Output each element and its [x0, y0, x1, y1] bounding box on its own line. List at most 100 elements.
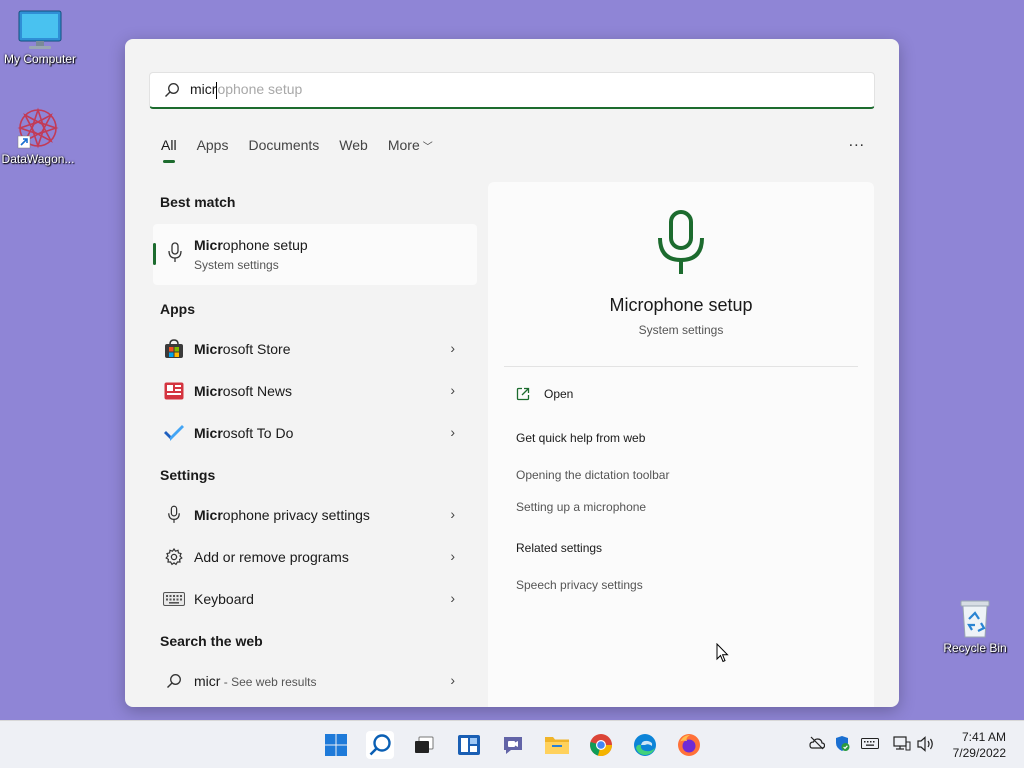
chevron-right-icon[interactable]: › [450, 340, 455, 356]
list-item-label: micr - See web results [194, 673, 316, 689]
match-rest: osoft To Do [222, 425, 294, 441]
mouse-cursor-icon [716, 643, 729, 663]
desktop-icon-label: My Computer [3, 52, 77, 66]
search-query: microphone setup [190, 81, 302, 99]
taskbar: 7:41 AM 7/29/2022 [0, 720, 1024, 768]
chevron-right-icon[interactable]: › [450, 672, 455, 688]
match-rest: Keyboard [194, 591, 254, 607]
desktop-icon-my-computer[interactable]: My Computer [0, 10, 80, 66]
tab-more[interactable]: More ﹀ [388, 137, 433, 163]
match-rest: Add or remove programs [194, 549, 349, 565]
taskbar-search-button[interactable] [366, 731, 394, 759]
open-external-icon [516, 387, 530, 401]
list-item-microsoft-store[interactable]: Microsoft Store › [153, 331, 473, 367]
tab-label: Apps [196, 137, 229, 153]
chat-button[interactable] [499, 731, 527, 759]
chrome-icon [590, 734, 612, 757]
list-item-label: Microsoft News [194, 383, 292, 399]
list-item-web-search[interactable]: micr - See web results › [153, 663, 473, 699]
list-item-microsoft-todo[interactable]: Microsoft To Do › [153, 415, 473, 451]
result-preview-pane: Microphone setup System settings Open Ge… [488, 182, 874, 707]
tab-all[interactable]: All [161, 137, 177, 163]
tab-label: All [161, 137, 177, 153]
microsoft-news-icon [163, 380, 185, 402]
open-label: Open [544, 387, 574, 401]
microphone-icon [658, 210, 704, 274]
onedrive-offline-icon[interactable] [809, 736, 825, 750]
list-item-keyboard[interactable]: Keyboard › [153, 581, 473, 617]
chevron-right-icon[interactable]: › [450, 424, 455, 440]
list-item-microphone-privacy[interactable]: Microphone privacy settings › [153, 497, 473, 533]
search-input[interactable]: microphone setup [149, 72, 875, 109]
keyboard-icon [163, 588, 185, 610]
chevron-right-icon[interactable]: › [450, 382, 455, 398]
match-rest: osoft News [222, 383, 293, 399]
best-match-result[interactable]: Microphone setup System settings [153, 224, 477, 285]
more-options-button[interactable]: ... [849, 133, 865, 151]
best-match-subtitle: System settings [194, 258, 279, 272]
microsoft-todo-icon [163, 422, 185, 444]
quick-help-heading: Get quick help from web [516, 431, 646, 445]
clock-time: 7:41 AM [961, 730, 1006, 744]
teams-chat-icon [504, 737, 522, 754]
microphone-icon [163, 504, 185, 526]
system-clock[interactable]: 7:41 AM 7/29/2022 [953, 729, 1006, 761]
start-button[interactable] [322, 731, 350, 759]
match-rest: ophone setup [222, 237, 308, 253]
list-item-label: Microsoft To Do [194, 425, 293, 441]
chevron-right-icon[interactable]: › [450, 548, 455, 564]
chevron-right-icon[interactable]: › [450, 506, 455, 522]
search-typed-text: micr [190, 81, 217, 98]
search-panel: microphone setup All Apps Documents Web … [125, 39, 899, 707]
list-item-label: Microsoft Store [194, 341, 291, 357]
settings-heading: Settings [160, 467, 216, 483]
preview-title: Microphone setup [609, 295, 753, 315]
best-match-title: Microphone setup [194, 237, 308, 253]
list-item-label: Keyboard [194, 591, 254, 607]
firefox-button[interactable] [675, 731, 703, 759]
keyboard-layout-icon[interactable] [861, 738, 879, 749]
windows-security-icon[interactable] [834, 735, 850, 752]
desktop-icon-label: Recycle Bin [943, 641, 1007, 655]
related-link-speech-privacy[interactable]: Speech privacy settings [516, 578, 643, 592]
microphone-icon [168, 242, 182, 262]
search-web-heading: Search the web [160, 633, 263, 649]
edge-button[interactable] [631, 731, 659, 759]
desktop-icon-label: DataWagon... [1, 152, 75, 166]
best-match-heading: Best match [160, 194, 236, 210]
widgets-button[interactable] [455, 731, 483, 759]
file-explorer-button[interactable] [543, 731, 571, 759]
recycle-bin-icon [960, 600, 990, 638]
chrome-button[interactable] [587, 731, 615, 759]
tab-documents[interactable]: Documents [248, 137, 319, 163]
match-highlight: Micr [194, 383, 223, 399]
firefox-icon [678, 734, 700, 756]
task-view-button[interactable] [410, 731, 438, 759]
desktop-icon-recycle-bin[interactable]: Recycle Bin [935, 597, 1015, 655]
search-suggestion-text: ophone setup [217, 81, 303, 98]
chevron-right-icon[interactable]: › [450, 590, 455, 606]
open-action[interactable]: Open [516, 387, 573, 401]
desktop-icon-datawagon[interactable]: DataWagon... [0, 106, 78, 166]
chevron-down-icon: ﹀ [422, 142, 433, 153]
match-rest: ophone privacy settings [222, 507, 370, 523]
preview-subtitle: System settings [638, 323, 724, 337]
task-view-icon [415, 736, 434, 753]
list-item-add-remove-programs[interactable]: Add or remove programs › [153, 539, 473, 575]
search-icon [163, 670, 185, 692]
list-item-label: Add or remove programs [194, 549, 349, 565]
help-link-dictation-toolbar[interactable]: Opening the dictation toolbar [516, 468, 669, 482]
help-link-setting-up-microphone[interactable]: Setting up a microphone [516, 500, 646, 514]
tab-label: More [387, 137, 420, 153]
list-item-microsoft-news[interactable]: Microsoft News › [153, 373, 473, 409]
network-icon[interactable] [893, 736, 911, 752]
divider [504, 366, 858, 367]
volume-icon[interactable] [917, 736, 935, 752]
match-highlight: Micr [194, 507, 223, 523]
widgets-icon [458, 735, 480, 755]
match-rest: osoft Store [222, 341, 291, 357]
tab-apps[interactable]: Apps [197, 137, 229, 163]
search-filter-tabs: All Apps Documents Web More ﹀ [161, 137, 453, 163]
tab-web[interactable]: Web [339, 137, 368, 163]
match-highlight: Micr [194, 237, 223, 253]
